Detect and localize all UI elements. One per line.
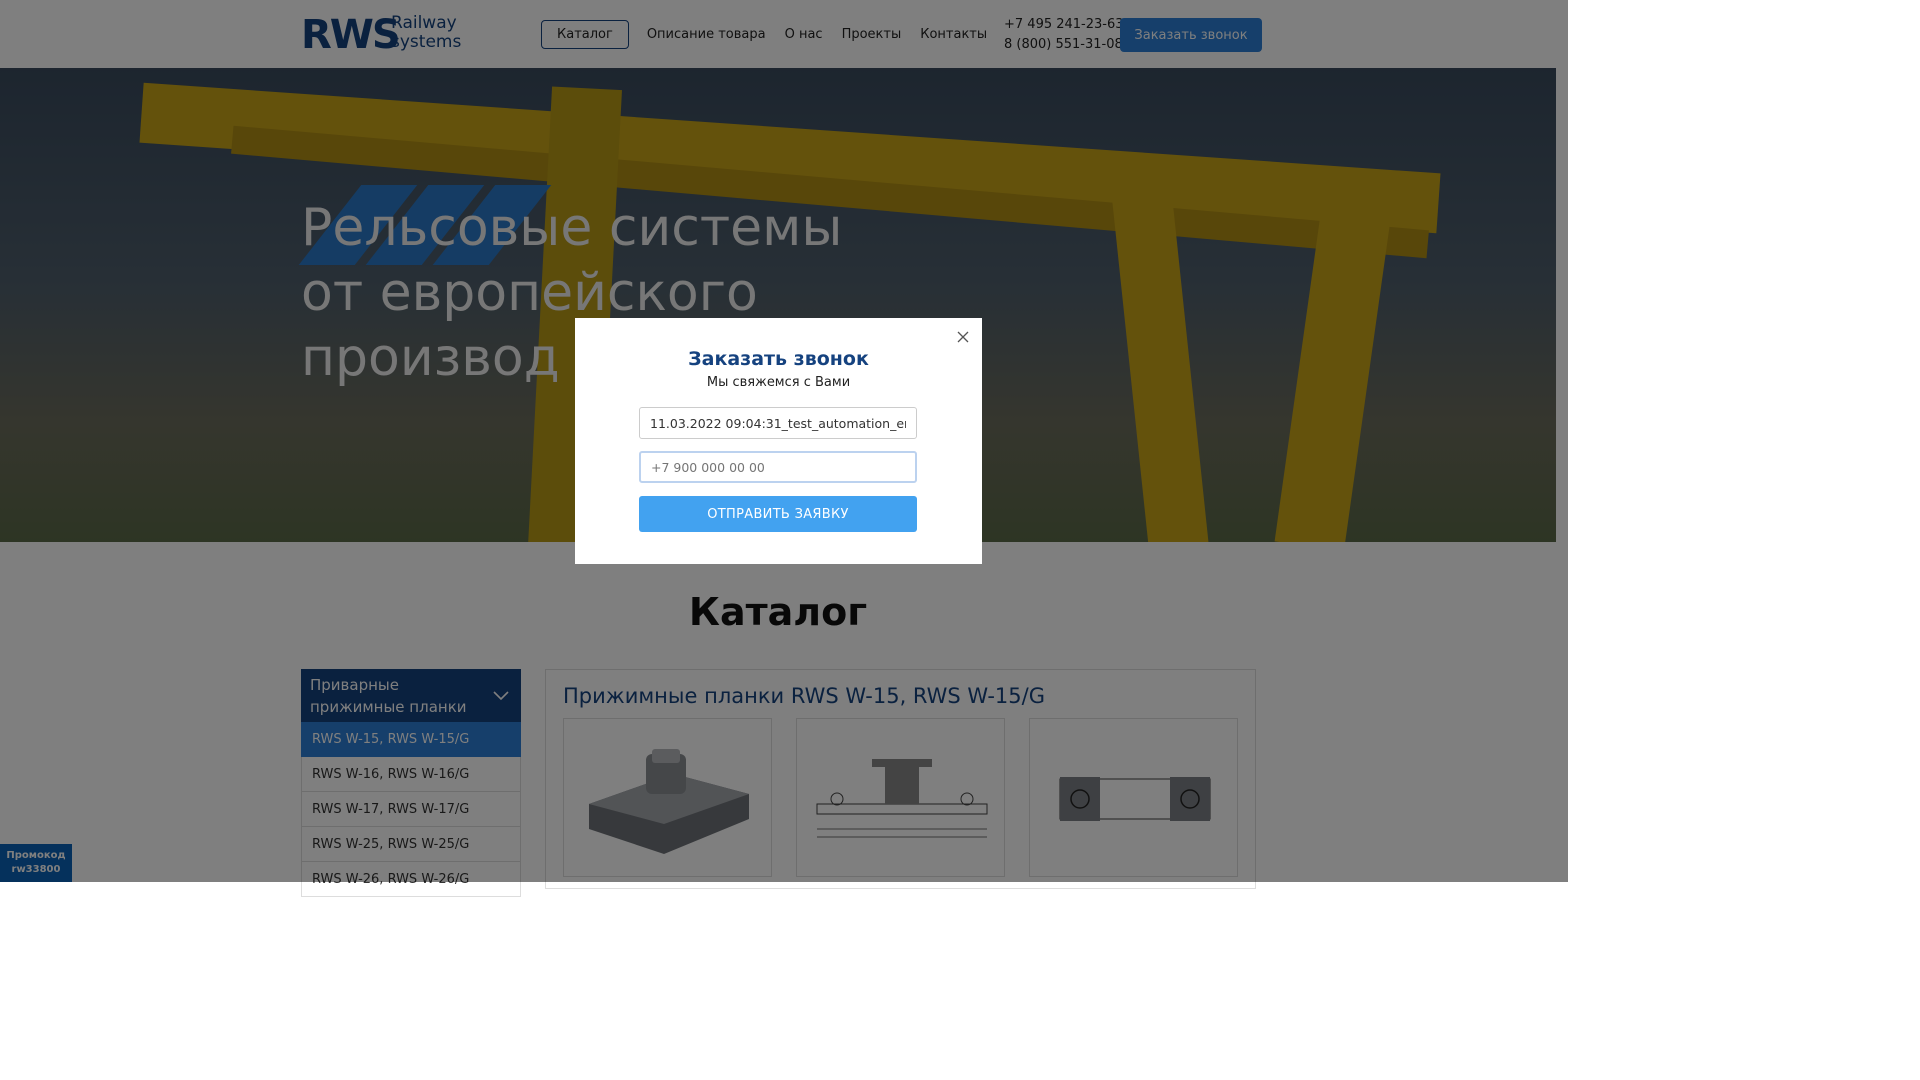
close-icon[interactable]: [956, 330, 970, 344]
modal-title: Заказать звонок: [688, 348, 869, 370]
modal-subtitle: Мы свяжемся с Вами: [706, 375, 851, 390]
submit-request-button[interactable]: ОТПРАВИТЬ ЗАЯВКУ: [639, 496, 917, 532]
phone-input[interactable]: [639, 451, 917, 483]
name-input[interactable]: [639, 407, 917, 439]
